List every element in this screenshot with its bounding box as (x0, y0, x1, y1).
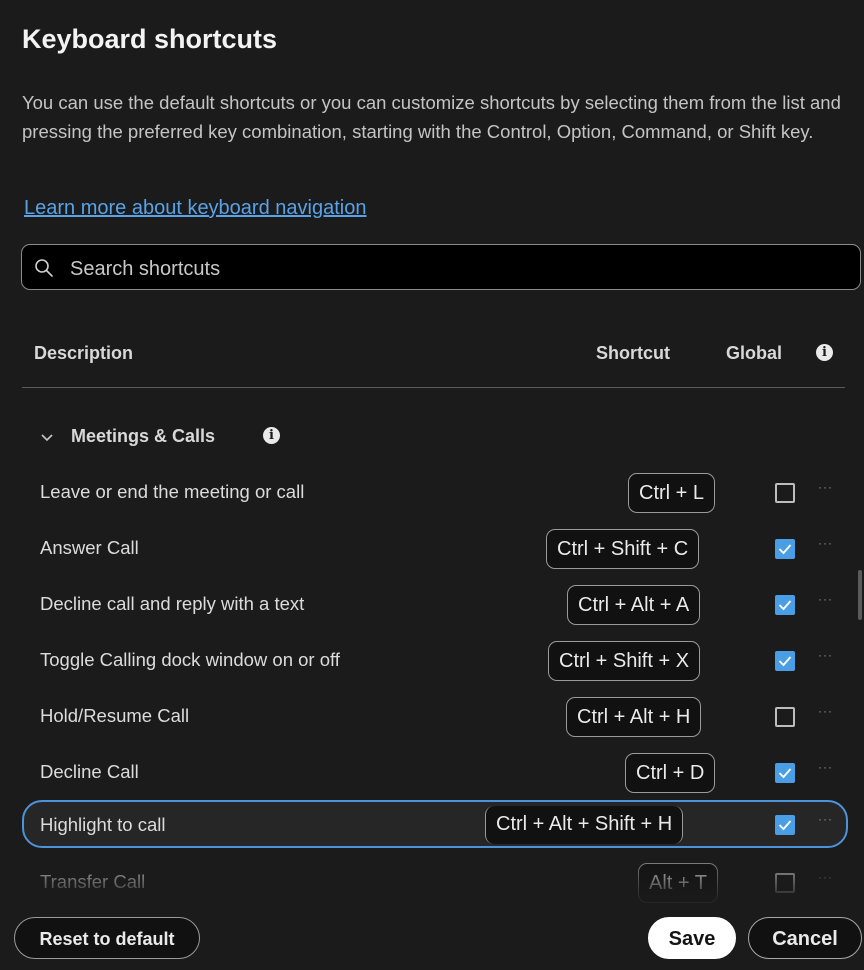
shortcut-row[interactable]: Answer Call Ctrl + Shift + C ··· (22, 522, 848, 576)
reset-to-default-button[interactable]: Reset to default (14, 917, 200, 959)
global-checkbox[interactable] (775, 595, 795, 615)
column-header-shortcut: Shortcut (596, 343, 670, 363)
checkmark-icon (778, 768, 792, 779)
shortcut-row[interactable]: Decline call and reply with a text Ctrl … (22, 578, 848, 632)
save-button[interactable]: Save (648, 917, 736, 959)
shortcut-key-field[interactable]: Ctrl + Alt + A (567, 585, 701, 625)
checkmark-icon (778, 820, 792, 831)
scrollbar-thumb[interactable] (858, 570, 862, 620)
shortcut-key-field[interactable]: Ctrl + Alt + Shift + H (485, 806, 684, 844)
more-options-icon[interactable]: ··· (818, 704, 833, 718)
learn-more-link[interactable]: Learn more about keyboard navigation (24, 197, 366, 220)
shortcut-description: Toggle Calling dock window on or off (40, 649, 340, 670)
shortcut-row[interactable]: Hold/Resume Call Ctrl + Alt + H ··· (22, 690, 848, 744)
shortcut-description: Leave or end the meeting or call (40, 481, 305, 502)
search-input[interactable] (68, 253, 832, 285)
more-options-icon[interactable]: ··· (818, 760, 833, 774)
shortcut-key-field[interactable]: Alt + T (638, 863, 718, 903)
chevron-down-icon (41, 434, 53, 442)
shortcut-key-field[interactable]: Ctrl + L (628, 473, 716, 513)
global-checkbox[interactable] (775, 873, 795, 893)
search-box[interactable] (21, 244, 861, 290)
shortcut-description: Answer Call (40, 537, 139, 558)
global-checkbox[interactable] (775, 483, 795, 503)
more-options-icon[interactable]: ··· (818, 480, 833, 494)
shortcut-row[interactable]: Leave or end the meeting or call Ctrl + … (22, 466, 848, 520)
shortcut-description: Transfer Call (40, 871, 146, 892)
more-options-icon[interactable]: ··· (818, 870, 833, 884)
more-options-icon[interactable]: ··· (818, 536, 833, 550)
shortcut-key-field[interactable]: Ctrl + Shift + X (548, 641, 701, 681)
dialog-title: Keyboard shortcuts (22, 24, 278, 54)
shortcut-row-selected[interactable]: Highlight to call Ctrl + Alt + Shift + H… (22, 800, 848, 848)
shortcut-row[interactable]: Transfer Call Alt + T ··· (22, 856, 848, 910)
checkmark-icon (778, 600, 792, 611)
cancel-button[interactable]: Cancel (748, 917, 862, 959)
more-options-icon[interactable]: ··· (818, 648, 833, 662)
global-info-icon[interactable]: i (816, 344, 833, 361)
global-checkbox[interactable] (775, 707, 795, 727)
column-header-global: Global (726, 343, 783, 363)
global-checkbox[interactable] (775, 651, 795, 671)
shortcut-key-field[interactable]: Ctrl + Shift + C (546, 529, 700, 569)
section-label: Meetings & Calls (71, 426, 216, 446)
search-icon (35, 259, 53, 277)
global-checkbox[interactable] (775, 763, 795, 783)
shortcut-description: Hold/Resume Call (40, 705, 190, 726)
more-options-icon[interactable]: ··· (818, 592, 833, 606)
header-divider (22, 387, 845, 388)
checkmark-icon (778, 656, 792, 667)
shortcut-description: Decline Call (40, 761, 139, 782)
global-checkbox[interactable] (775, 815, 795, 835)
shortcut-description: Decline call and reply with a text (40, 593, 305, 614)
more-options-icon[interactable]: ··· (818, 812, 833, 826)
shortcut-key-field[interactable]: Ctrl + D (625, 753, 716, 793)
checkmark-icon (778, 544, 792, 555)
shortcut-row[interactable]: Toggle Calling dock window on or off Ctr… (22, 634, 848, 688)
shortcut-description: Highlight to call (40, 814, 166, 835)
shortcut-row[interactable]: Decline Call Ctrl + D ··· (22, 746, 848, 800)
section-info-icon[interactable]: i (263, 427, 280, 444)
shortcut-key-field[interactable]: Ctrl + Alt + H (566, 697, 702, 737)
dialog-description: You can use the default shortcuts or you… (22, 92, 841, 142)
global-checkbox[interactable] (775, 539, 795, 559)
column-header-description: Description (34, 343, 134, 363)
